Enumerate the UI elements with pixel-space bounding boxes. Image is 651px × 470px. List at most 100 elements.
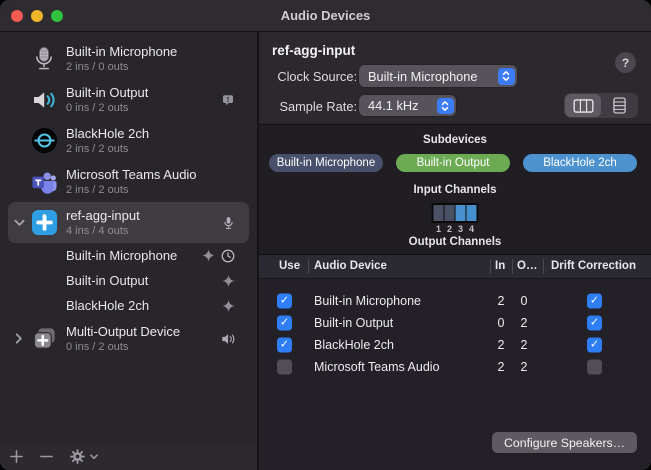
- subdevice-pills: Built-in Microphone Built-in Output Blac…: [269, 154, 637, 172]
- sparkle-icon: [222, 299, 235, 312]
- col-in[interactable]: In: [495, 255, 505, 278]
- col-use[interactable]: Use: [279, 255, 300, 278]
- sidebar-item-blackhole-2ch[interactable]: BlackHole 2ch 2 ins / 2 outs: [8, 120, 249, 161]
- col-audio-device[interactable]: Audio Device: [314, 255, 387, 278]
- table-row[interactable]: Built-in Output 0 2: [259, 312, 651, 334]
- aggregate-plus-icon: [30, 209, 58, 237]
- channel-numbers: 1 2 3 4: [434, 224, 477, 234]
- input-microphone-icon: [222, 215, 235, 230]
- close-button[interactable]: [11, 10, 23, 22]
- title-bar: Audio Devices: [0, 0, 651, 32]
- view-mode-segmented-control: [564, 93, 638, 118]
- table-row[interactable]: Microsoft Teams Audio 2 2: [259, 356, 651, 378]
- sparkle-icon: [202, 249, 215, 262]
- drift-checkbox[interactable]: [587, 338, 602, 353]
- window-title: Audio Devices: [281, 8, 371, 23]
- sparkle-icon: [222, 274, 235, 287]
- traffic-lights: [11, 0, 63, 31]
- clock-source-label: Clock Source:: [259, 69, 357, 84]
- popup-chevrons-icon: [498, 68, 515, 85]
- help-button[interactable]: ?: [615, 52, 636, 73]
- minimize-button[interactable]: [31, 10, 43, 22]
- subdevice-item-builtin-microphone[interactable]: Built-in Microphone: [8, 243, 249, 268]
- output-speaker-icon: [221, 332, 235, 345]
- add-device-button[interactable]: [10, 450, 23, 463]
- sidebar-item-ref-agg-input[interactable]: ref-agg-input 4 ins / 4 outs: [8, 202, 249, 243]
- subdevice-table-section: Use Audio Device In O… Drift Correction …: [259, 254, 651, 470]
- table-body: Built-in Microphone 2 0 Built-in Output …: [259, 279, 651, 378]
- detail-header-section: ref-agg-input ? Clock Source: Built-in M…: [259, 32, 651, 123]
- sidebar-item-multi-output-device[interactable]: Multi-Output Device 0 ins / 2 outs: [8, 318, 249, 359]
- table-row[interactable]: Built-in Microphone 2 0: [259, 290, 651, 312]
- alert-bubble-icon: [221, 93, 235, 107]
- drift-checkbox[interactable]: [587, 316, 602, 331]
- device-name: Microsoft Teams Audio: [66, 167, 197, 183]
- teams-icon: [30, 168, 58, 196]
- subdevices-heading: Subdevices: [259, 134, 651, 146]
- sidebar-item-builtin-output[interactable]: Built-in Output 0 ins / 2 outs: [8, 79, 249, 120]
- chevron-down-icon: [90, 454, 98, 460]
- device-sidebar: Built-in Microphone 2 ins / 0 outs: [0, 32, 259, 470]
- device-name: Multi-Output Device: [66, 324, 180, 340]
- multi-output-icon: [30, 325, 58, 353]
- input-channels-heading: Input Channels: [259, 184, 651, 196]
- clock-source-value: Built-in Microphone: [368, 69, 478, 84]
- remove-device-button[interactable]: [40, 450, 53, 463]
- audio-devices-window: Audio Devices: [0, 0, 651, 470]
- subdevice-item-builtin-output[interactable]: Built-in Output: [8, 268, 249, 293]
- rows-view-button[interactable]: [601, 94, 637, 117]
- channel-cell-2: [445, 205, 455, 221]
- use-checkbox[interactable]: [277, 360, 292, 375]
- subdevice-pill-blackhole-2ch[interactable]: BlackHole 2ch: [523, 154, 637, 172]
- sidebar-item-teams-audio[interactable]: Microsoft Teams Audio 2 ins / 2 outs: [8, 161, 249, 202]
- subdevice-pill-builtin-microphone[interactable]: Built-in Microphone: [269, 154, 383, 172]
- channel-cell-4: [467, 205, 477, 221]
- table-header: Use Audio Device In O… Drift Correction: [259, 255, 651, 279]
- device-detail: 0 ins / 2 outs: [66, 101, 148, 115]
- sample-rate-select[interactable]: 44.1 kHz: [359, 95, 456, 116]
- channel-cell-3: [456, 205, 466, 221]
- rows-view-icon: [613, 97, 626, 114]
- channel-cell-1: [434, 205, 444, 221]
- subdevice-item-blackhole-2ch[interactable]: BlackHole 2ch: [8, 293, 249, 318]
- use-checkbox[interactable]: [277, 338, 292, 353]
- gear-icon: [70, 449, 85, 464]
- use-checkbox[interactable]: [277, 294, 292, 309]
- configure-speakers-button[interactable]: Configure Speakers…: [492, 432, 637, 453]
- blackhole-icon: [30, 127, 58, 155]
- col-drift-correction[interactable]: Drift Correction: [551, 255, 636, 278]
- page-title: ref-agg-input: [272, 43, 355, 58]
- clock-icon: [221, 249, 235, 263]
- device-list: Built-in Microphone 2 ins / 0 outs: [0, 32, 257, 443]
- device-name: Built-in Output: [66, 85, 148, 101]
- clock-source-select[interactable]: Built-in Microphone: [359, 65, 517, 87]
- plus-icon: [10, 450, 23, 463]
- columns-view-button[interactable]: [565, 94, 601, 117]
- minus-icon: [40, 450, 53, 463]
- drift-checkbox[interactable]: [587, 294, 602, 309]
- device-detail: 0 ins / 2 outs: [66, 340, 180, 354]
- speaker-icon: [30, 86, 58, 114]
- device-detail: 4 ins / 4 outs: [66, 224, 140, 238]
- use-checkbox[interactable]: [277, 316, 292, 331]
- device-detail-panel: ref-agg-input ? Clock Source: Built-in M…: [259, 32, 651, 470]
- table-row[interactable]: BlackHole 2ch 2 2: [259, 334, 651, 356]
- sidebar-item-builtin-microphone[interactable]: Built-in Microphone 2 ins / 0 outs: [8, 38, 249, 79]
- device-name: ref-agg-input: [66, 208, 140, 224]
- settings-menu-button[interactable]: [70, 449, 98, 464]
- microphone-icon: [30, 45, 58, 73]
- device-detail: 2 ins / 2 outs: [66, 142, 149, 156]
- device-name: BlackHole 2ch: [66, 126, 149, 142]
- columns-view-icon: [573, 99, 594, 113]
- input-channel-meter: [432, 203, 479, 223]
- chevron-down-icon[interactable]: [8, 219, 30, 227]
- device-detail: 2 ins / 0 outs: [66, 60, 177, 74]
- chevron-right-icon[interactable]: [8, 333, 30, 344]
- drift-checkbox[interactable]: [587, 360, 602, 375]
- col-out[interactable]: O…: [517, 255, 537, 278]
- popup-chevrons-icon: [437, 98, 454, 114]
- sample-rate-value: 44.1 kHz: [368, 98, 419, 113]
- zoom-button[interactable]: [51, 10, 63, 22]
- output-channels-heading: Output Channels: [259, 236, 651, 248]
- subdevice-pill-builtin-output[interactable]: Built-in Output: [396, 154, 510, 172]
